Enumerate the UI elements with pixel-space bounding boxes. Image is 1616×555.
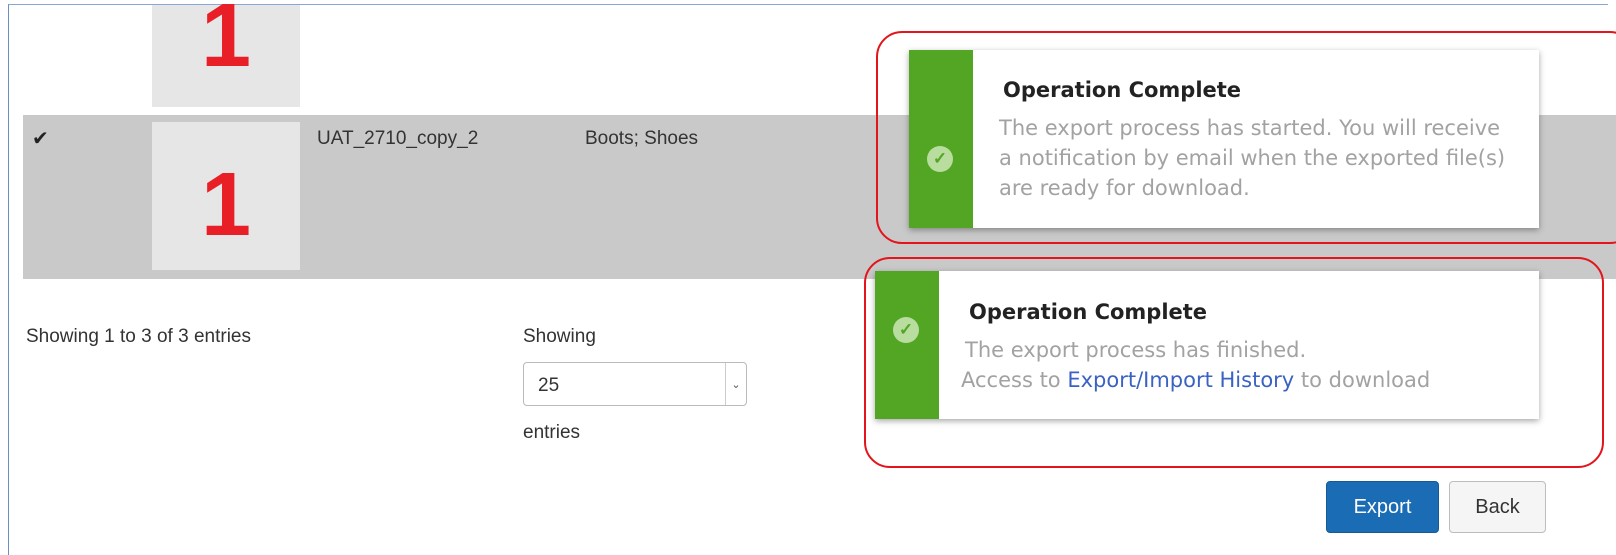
export-import-history-link[interactable]: Export/Import History xyxy=(1067,368,1294,392)
check-circle-icon: ✓ xyxy=(893,317,919,343)
product-name: UAT_2710_copy_2 xyxy=(317,128,479,149)
notification-toast-started[interactable]: ✓ Operation Complete The export process … xyxy=(909,50,1539,228)
product-thumbnail: 1 xyxy=(152,122,300,270)
toast-title: Operation Complete xyxy=(969,300,1208,324)
message-prefix: Access to xyxy=(961,368,1068,392)
chevron-down-icon[interactable]: ⌄ xyxy=(725,363,746,405)
toast-status-bar xyxy=(909,50,973,228)
toast-title: Operation Complete xyxy=(1003,78,1242,102)
toast-message: The export process has finished. Access … xyxy=(961,335,1525,395)
notification-toast-finished[interactable]: ✓ Operation Complete The export process … xyxy=(875,271,1539,419)
toast-status-bar xyxy=(875,271,939,419)
check-circle-icon: ✓ xyxy=(927,146,953,172)
back-button[interactable]: Back xyxy=(1449,481,1546,533)
toast-message-line: Access to Export/Import History to downl… xyxy=(961,365,1525,395)
thumbnail-number: 1 xyxy=(200,155,252,255)
page-size-select[interactable]: 25 ⌄ xyxy=(523,362,747,406)
entries-info: Showing 1 to 3 of 3 entries xyxy=(26,326,251,347)
toast-message-line: The export process has finished. xyxy=(965,338,1307,362)
thumbnail-number: 1 xyxy=(200,0,252,86)
page-size-value: 25 xyxy=(538,375,560,396)
export-button[interactable]: Export xyxy=(1326,481,1439,533)
product-thumbnail: 1 xyxy=(152,0,300,107)
entries-label: entries xyxy=(523,422,581,443)
check-icon[interactable]: ✔ xyxy=(32,126,49,151)
message-suffix: to download xyxy=(1294,368,1431,392)
toast-message: The export process has started. You will… xyxy=(999,116,1506,200)
product-categories: Boots; Shoes xyxy=(585,128,699,149)
showing-label: Showing xyxy=(523,326,596,347)
